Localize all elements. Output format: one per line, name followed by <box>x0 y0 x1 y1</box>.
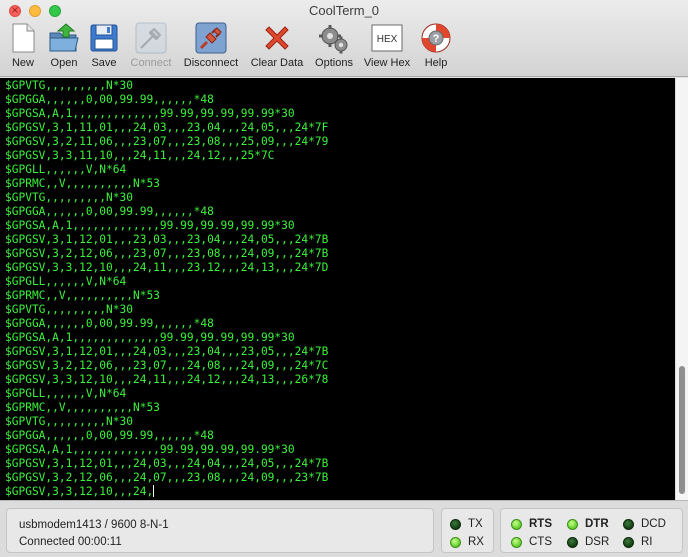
options-label: Options <box>315 57 353 69</box>
terminal-line: $GPGSV,3,1,12,01,,,24,03,,,24,04,,,24,05… <box>5 457 329 470</box>
terminal-line: $GPVTG,,,,,,,,,N*30 <box>5 79 133 92</box>
clear-data-button[interactable]: Clear Data <box>248 22 306 74</box>
new-document-icon <box>7 22 39 54</box>
tx-indicator: TX <box>450 518 483 530</box>
terminal-line: $GPGGA,,,,,,0,00,99.99,,,,,,*48 <box>5 429 214 442</box>
gear-icon <box>318 22 350 54</box>
new-button[interactable]: New <box>8 22 38 74</box>
terminal-line: $GPGSV,3,3,12,10,,,24, <box>5 485 154 498</box>
view-hex-button[interactable]: HEX View Hex <box>362 22 412 74</box>
dcd-led-icon <box>623 518 634 530</box>
rx-indicator: RX <box>450 536 484 548</box>
options-button[interactable]: Options <box>312 22 356 74</box>
rx-label: RX <box>468 536 484 548</box>
rts-led-icon <box>511 518 522 530</box>
terminal-line: $GPGGA,,,,,,0,00,99.99,,,,,,*48 <box>5 317 214 330</box>
dsr-led-icon <box>567 536 578 548</box>
dsr-label: DSR <box>585 536 610 548</box>
cts-led-icon <box>511 536 522 548</box>
help-lifebuoy-icon: ? <box>420 22 452 54</box>
cts-indicator: CTS <box>511 536 552 548</box>
connect-plug-icon <box>135 22 167 54</box>
terminal-line: $GPVTG,,,,,,,,,N*30 <box>5 191 133 204</box>
terminal-line: $GPVTG,,,,,,,,,N*30 <box>5 415 133 428</box>
terminal-line: $GPGSV,3,1,12,01,,,23,03,,,23,04,,,24,05… <box>5 233 329 246</box>
connection-status-text: Connected 00:00:11 <box>19 536 122 548</box>
terminal-line: $GPGSV,3,2,12,06,,,23,07,,,23,08,,,24,09… <box>5 247 329 260</box>
terminal-line: $GPVTG,,,,,,,,,N*30 <box>5 303 133 316</box>
terminal-line: $GPGGA,,,,,,0,00,99.99,,,,,,*48 <box>5 205 214 218</box>
save-label: Save <box>91 57 117 69</box>
ri-led-icon <box>623 536 634 548</box>
coolterm-window: CoolTerm_0 New <box>0 0 688 557</box>
connect-button[interactable]: Connect <box>128 22 174 74</box>
cts-label: CTS <box>529 536 552 548</box>
port-settings-text: usbmodem1413 / 9600 8-N-1 <box>19 519 169 531</box>
terminal-line: $GPRMC,,V,,,,,,,,,,N*53 <box>5 401 160 414</box>
tx-led-icon <box>450 518 461 530</box>
terminal-line: $GPGLL,,,,,,V,N*64 <box>5 387 127 400</box>
dtr-indicator[interactable]: DTR <box>567 518 609 530</box>
disconnect-plug-icon <box>195 22 227 54</box>
disconnect-button[interactable]: Disconnect <box>181 22 241 74</box>
open-button[interactable]: Open <box>47 22 81 74</box>
connect-label: Connect <box>130 57 172 69</box>
window-title: CoolTerm_0 <box>308 3 380 18</box>
status-bar: usbmodem1413 / 9600 8-N-1 Connected 00:0… <box>0 500 688 557</box>
save-button[interactable]: Save <box>89 22 119 74</box>
rts-indicator[interactable]: RTS <box>511 518 552 530</box>
open-label: Open <box>50 57 78 69</box>
open-folder-icon <box>48 22 80 54</box>
dsr-indicator: DSR <box>567 536 609 548</box>
terminal-line: $GPGSA,A,1,,,,,,,,,,,,,99.99,99.99,99.99… <box>5 107 295 120</box>
terminal-line: $GPGSV,3,1,12,01,,,24,03,,,23,04,,,23,05… <box>5 345 329 358</box>
dcd-label: DCD <box>641 518 666 530</box>
terminal-line: $GPGLL,,,,,,V,N*64 <box>5 275 127 288</box>
save-floppy-icon <box>88 22 120 54</box>
terminal-line: $GPGSV,3,2,12,06,,,23,07,,,24,08,,,24,09… <box>5 359 329 372</box>
rts-label: RTS <box>529 518 552 530</box>
hex-icon: HEX <box>371 22 403 54</box>
dtr-led-icon <box>567 518 578 530</box>
new-label: New <box>11 57 34 69</box>
line-status-panel: RTS CTS DTR DSR DCD RI <box>500 508 683 553</box>
hex-icon-text: HEX <box>377 34 398 45</box>
terminal-line: $GPGSA,A,1,,,,,,,,,,,,,99.99,99.99,99.99… <box>5 219 295 232</box>
terminal-line: $GPGSV,3,2,12,06,,,24,07,,,23,08,,,24,09… <box>5 471 329 484</box>
help-button[interactable]: ? Help <box>420 22 452 74</box>
terminal-line: $GPGSA,A,1,,,,,,,,,,,,,99.99,99.99,99.99… <box>5 331 295 344</box>
svg-text:?: ? <box>433 33 440 45</box>
terminal-line: $GPGSV,3,1,11,01,,,24,03,,,23,04,,,24,05… <box>5 121 329 134</box>
terminal-line: $GPGSV,3,3,12,10,,,24,11,,,23,12,,,24,13… <box>5 261 329 274</box>
title-toolbar-area: CoolTerm_0 New <box>0 0 688 77</box>
clear-x-icon <box>261 22 293 54</box>
ri-indicator: RI <box>623 536 653 548</box>
terminal-scrollbar[interactable] <box>675 78 688 500</box>
ri-label: RI <box>641 536 653 548</box>
dcd-indicator: DCD <box>623 518 666 530</box>
rx-led-icon <box>450 536 461 548</box>
text-cursor <box>153 485 155 497</box>
terminal-output[interactable]: $GPVTG,,,,,,,,,N*30 $GPGGA,,,,,,0,00,99.… <box>0 78 675 500</box>
terminal-line: $GPRMC,,V,,,,,,,,,,N*53 <box>5 177 160 190</box>
help-label: Help <box>424 57 448 69</box>
terminal-line: $GPGLL,,,,,,V,N*64 <box>5 163 127 176</box>
terminal-line: $GPRMC,,V,,,,,,,,,,N*53 <box>5 289 160 302</box>
terminal-text: $GPVTG,,,,,,,,,N*30 $GPGGA,,,,,,0,00,99.… <box>5 79 328 499</box>
disconnect-label: Disconnect <box>183 57 239 69</box>
terminal-line: $GPGSV,3,3,12,10,,,24,11,,,24,12,,,24,13… <box>5 373 329 386</box>
scrollbar-thumb[interactable] <box>679 366 685 494</box>
view-hex-label: View Hex <box>363 57 411 69</box>
dtr-label: DTR <box>585 518 609 530</box>
connection-panel: usbmodem1413 / 9600 8-N-1 Connected 00:0… <box>6 508 434 553</box>
clear-data-label: Clear Data <box>250 57 304 69</box>
tx-rx-panel: TX RX <box>441 508 494 553</box>
terminal-line: $GPGSA,A,1,,,,,,,,,,,,,99.99,99.99,99.99… <box>5 443 295 456</box>
terminal-line: $GPGSV,3,2,11,06,,,23,07,,,23,08,,,25,09… <box>5 135 329 148</box>
terminal-line: $GPGSV,3,3,11,10,,,24,11,,,24,12,,,25*7C <box>5 149 275 162</box>
terminal-line: $GPGGA,,,,,,0,00,99.99,,,,,,*48 <box>5 93 214 106</box>
tx-label: TX <box>468 518 483 530</box>
